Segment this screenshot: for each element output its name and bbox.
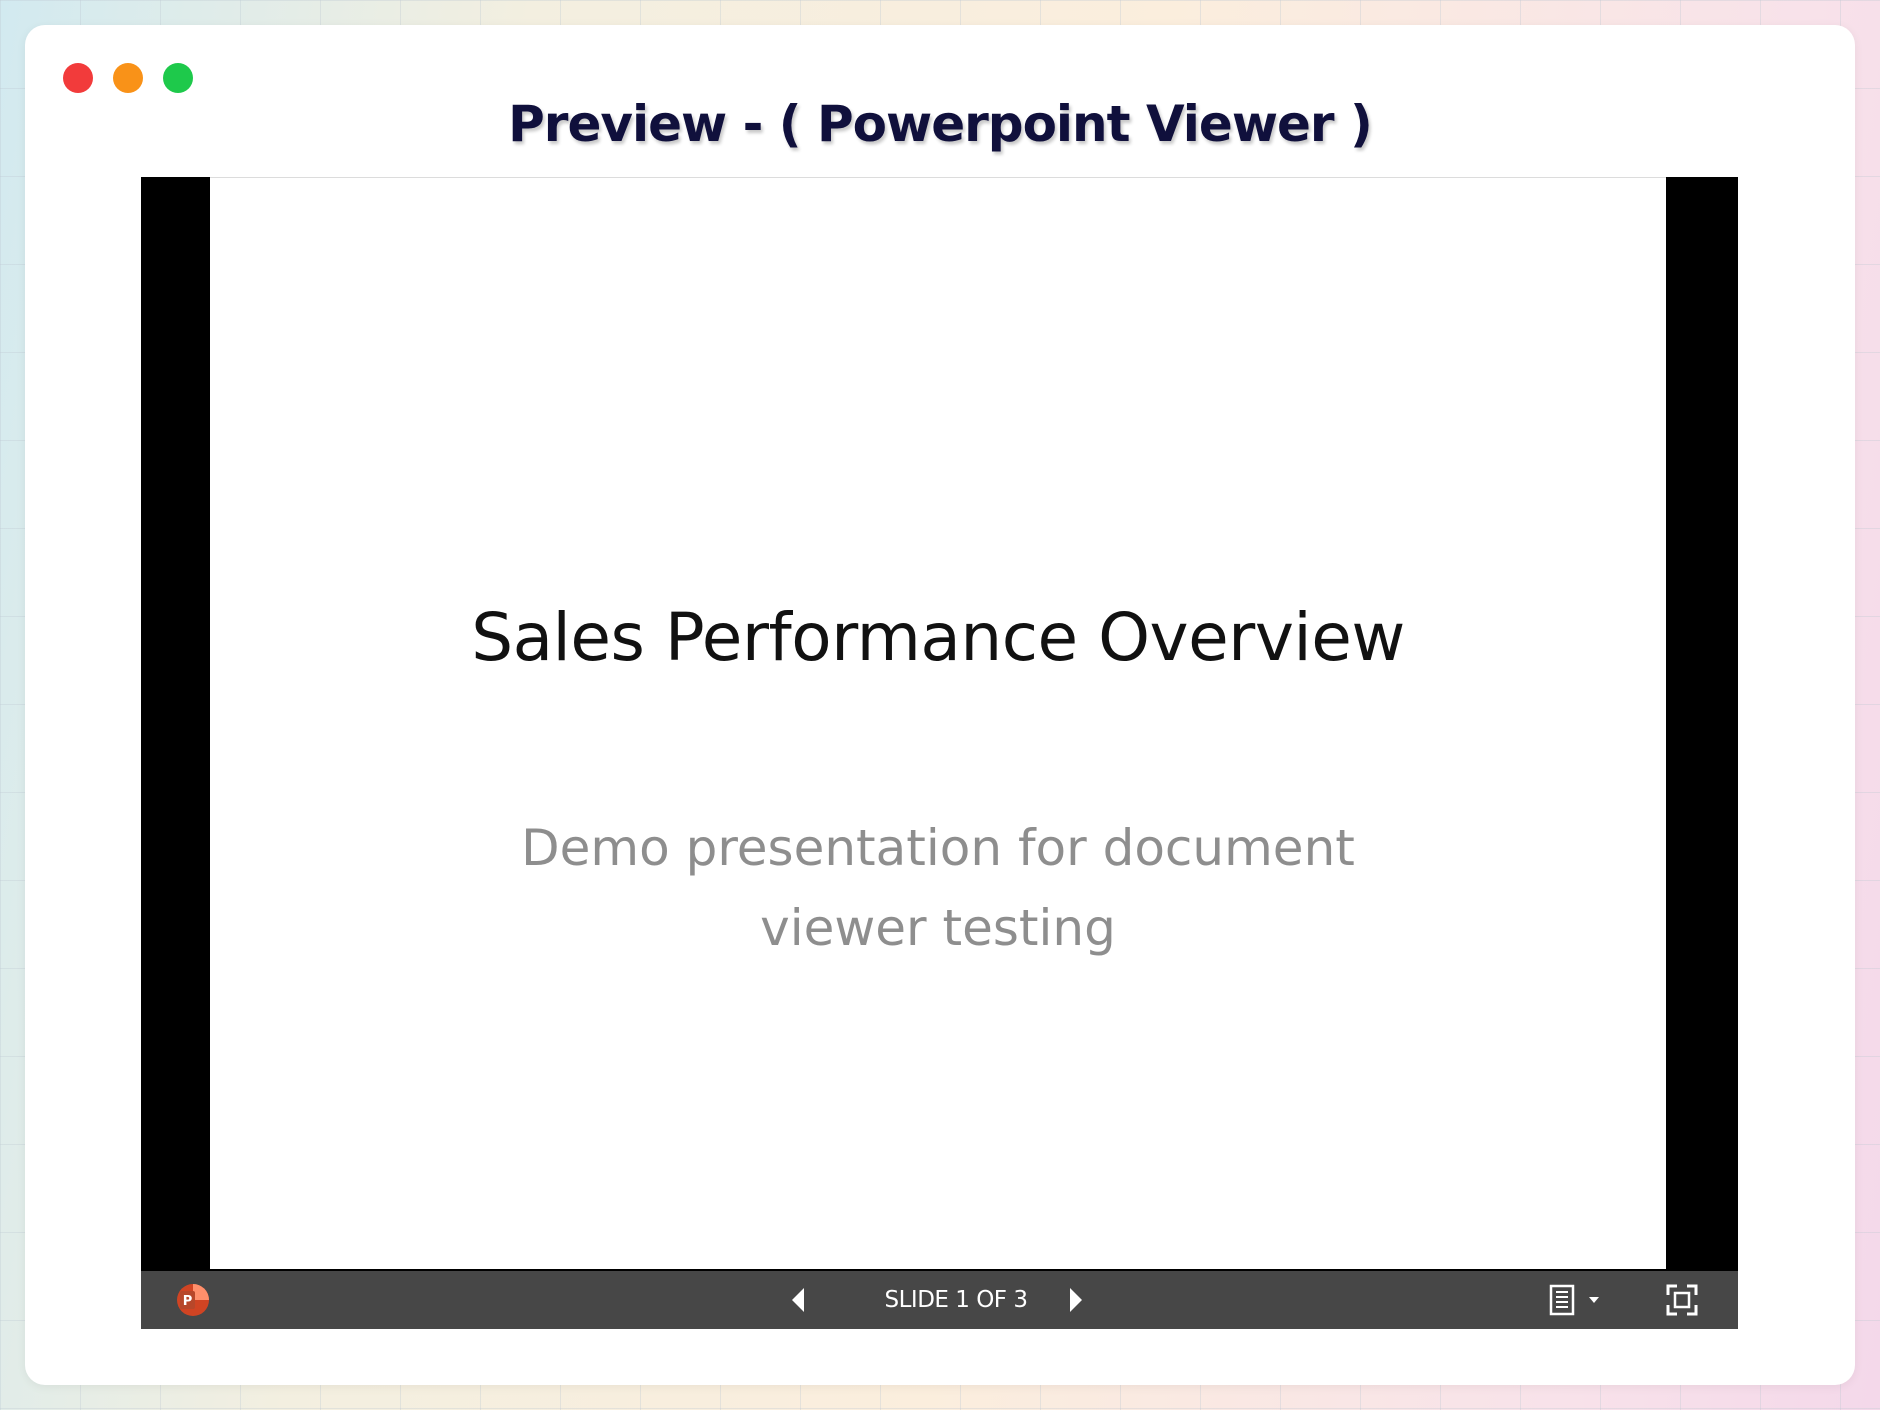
slide-title: Sales Performance Overview bbox=[471, 599, 1405, 676]
viewer-toolbar: P SLIDE 1 OF 3 bbox=[141, 1271, 1738, 1329]
powerpoint-viewer: Sales Performance Overview Demo presenta… bbox=[141, 177, 1738, 1329]
slide-subtitle: Demo presentation for document viewer te… bbox=[521, 819, 1355, 957]
notes-menu-button[interactable] bbox=[1547, 1281, 1613, 1319]
svg-text:P: P bbox=[183, 1294, 193, 1309]
fullscreen-button[interactable] bbox=[1663, 1281, 1701, 1319]
previous-slide-button[interactable] bbox=[781, 1283, 815, 1317]
notes-icon bbox=[1549, 1284, 1599, 1316]
next-slide-button[interactable] bbox=[1059, 1283, 1093, 1317]
powerpoint-icon: P bbox=[176, 1283, 210, 1317]
window-title: Preview - ( Powerpoint Viewer ) bbox=[508, 95, 1373, 153]
fullscreen-icon bbox=[1666, 1284, 1698, 1316]
chevron-right-icon bbox=[1070, 1288, 1082, 1312]
slide-canvas[interactable]: Sales Performance Overview Demo presenta… bbox=[210, 177, 1666, 1269]
chevron-left-icon bbox=[792, 1288, 804, 1312]
slide-counter: SLIDE 1 OF 3 bbox=[884, 1287, 1028, 1313]
